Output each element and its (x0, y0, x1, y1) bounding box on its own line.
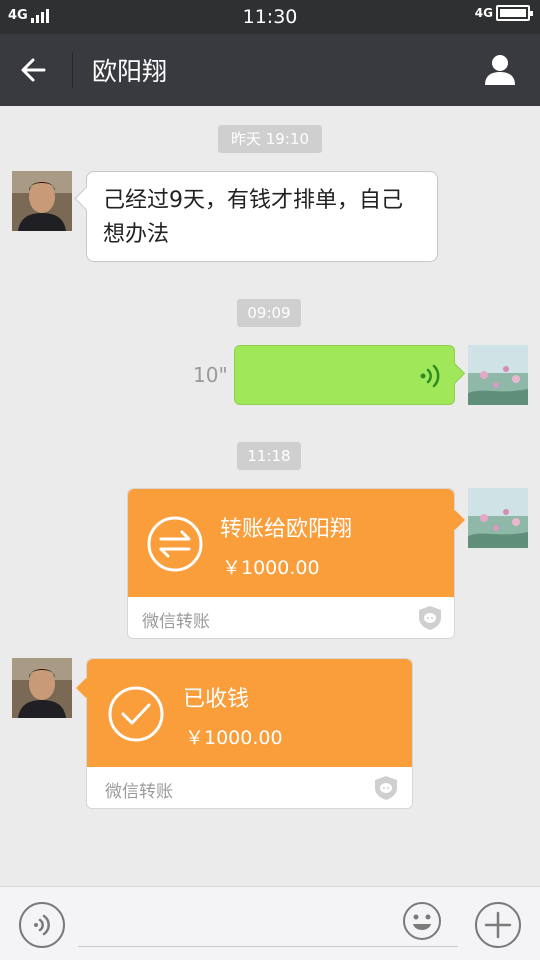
nav-divider (72, 52, 73, 88)
message-text: 己经过9天，有钱才排单，自己想办法 (103, 188, 403, 247)
my-avatar[interactable] (468, 488, 528, 548)
battery-icon (496, 5, 533, 21)
contact-avatar[interactable] (12, 171, 72, 231)
transfer-title: 转账给欧阳翔 (220, 517, 353, 542)
transfer-icon (147, 516, 203, 572)
contact-avatar[interactable] (12, 658, 72, 718)
arrow-left-icon (21, 58, 46, 82)
my-avatar[interactable] (468, 345, 528, 405)
status-bar: 4G 11:30 4G (0, 0, 540, 34)
status-right: 4G (474, 5, 533, 21)
voice-wave-icon (420, 364, 440, 388)
transfer-amount: ￥1000.00 (222, 557, 320, 579)
back-button[interactable] (14, 50, 58, 90)
emoji-icon (403, 902, 441, 940)
person-icon (485, 55, 515, 85)
more-button[interactable] (474, 901, 522, 949)
transfer-card-received[interactable]: 已收钱 ￥1000.00 微信转账 (76, 658, 413, 809)
profile-button[interactable] (482, 52, 518, 88)
voice-duration: 10" (193, 363, 228, 387)
input-bar (0, 886, 540, 960)
plus-icon (475, 902, 521, 948)
received-footer: 微信转账 (105, 782, 173, 802)
status-time: 11:30 (242, 6, 298, 28)
nav-bar: 欧阳翔 (0, 34, 540, 106)
check-circle-icon (108, 686, 164, 742)
message-input[interactable] (78, 901, 458, 947)
transfer-footer: 微信转账 (142, 612, 210, 632)
wechat-pay-shield-icon (375, 776, 397, 800)
chat-title: 欧阳翔 (92, 57, 168, 86)
voice-message-bubble[interactable] (234, 345, 455, 405)
received-amount: ￥1000.00 (185, 727, 283, 749)
wechat-pay-shield-icon (419, 606, 441, 630)
transfer-card-sent[interactable]: 转账给欧阳翔 ￥1000.00 微信转账 (127, 488, 465, 639)
timestamp: 11:18 (237, 442, 301, 470)
timestamp: 昨天 19:10 (218, 125, 322, 153)
voice-input-icon (19, 902, 65, 948)
network-type-right: 4G (474, 6, 493, 20)
received-title: 已收钱 (183, 687, 250, 712)
timestamp: 09:09 (237, 299, 301, 327)
incoming-text-bubble[interactable]: 己经过9天，有钱才排单，自己想办法 (86, 171, 438, 262)
voice-input-button[interactable] (18, 901, 66, 949)
emoji-button[interactable] (402, 901, 442, 941)
